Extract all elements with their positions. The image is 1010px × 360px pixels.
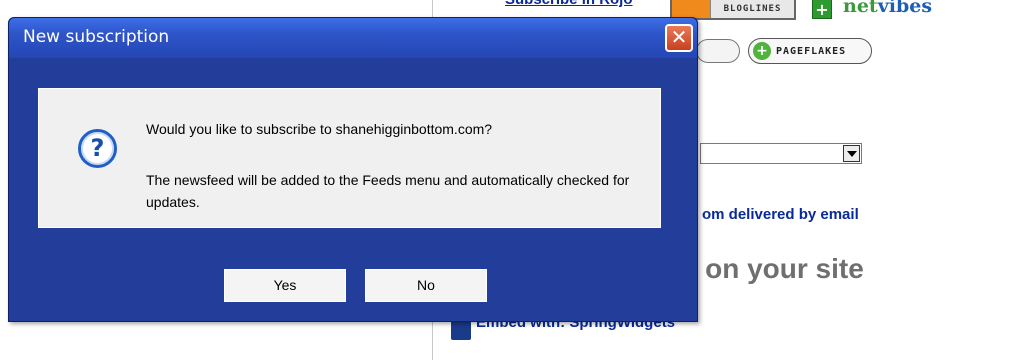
dialog-title: New subscription [23,27,170,47]
chevron-down-icon[interactable] [843,145,860,162]
embed-icon [451,320,471,340]
dialog-titlebar[interactable]: New subscription ✕ [9,18,697,58]
dialog-message-question: Would you like to subscribe to shanehigg… [146,121,493,137]
netvibes-text-part1: net [843,0,878,17]
pageflakes-label: PAGEFLAKES [776,45,847,57]
netvibes-plus-icon[interactable]: + [812,0,832,19]
dialog-message-details: The newsfeed will be added to the Feeds … [146,172,630,210]
section-heading: t on your site [688,253,864,284]
pageflakes-plus-icon: + [753,42,771,60]
yes-button[interactable]: Yes [224,269,346,302]
reader-select[interactable] [700,143,862,164]
bloglines-logo-icon [672,0,711,18]
netvibes-link[interactable]: netvibes [843,0,932,17]
pageflakes-button[interactable]: + PAGEFLAKES [748,38,872,64]
netvibes-text-part2: vibes [877,0,933,17]
no-button[interactable]: No [365,269,487,302]
subscription-dialog: New subscription ✕ ? Would you like to s… [8,17,698,322]
question-icon: ? [78,129,117,168]
email-subscribe-link[interactable]: om delivered by email [702,206,859,223]
partial-subscribe-button[interactable] [696,39,740,63]
bloglines-label: BLOGLINES [723,4,782,14]
close-icon[interactable]: ✕ [665,24,693,52]
subscribe-rojo-link[interactable]: Subscribe in Rojo [505,0,633,8]
